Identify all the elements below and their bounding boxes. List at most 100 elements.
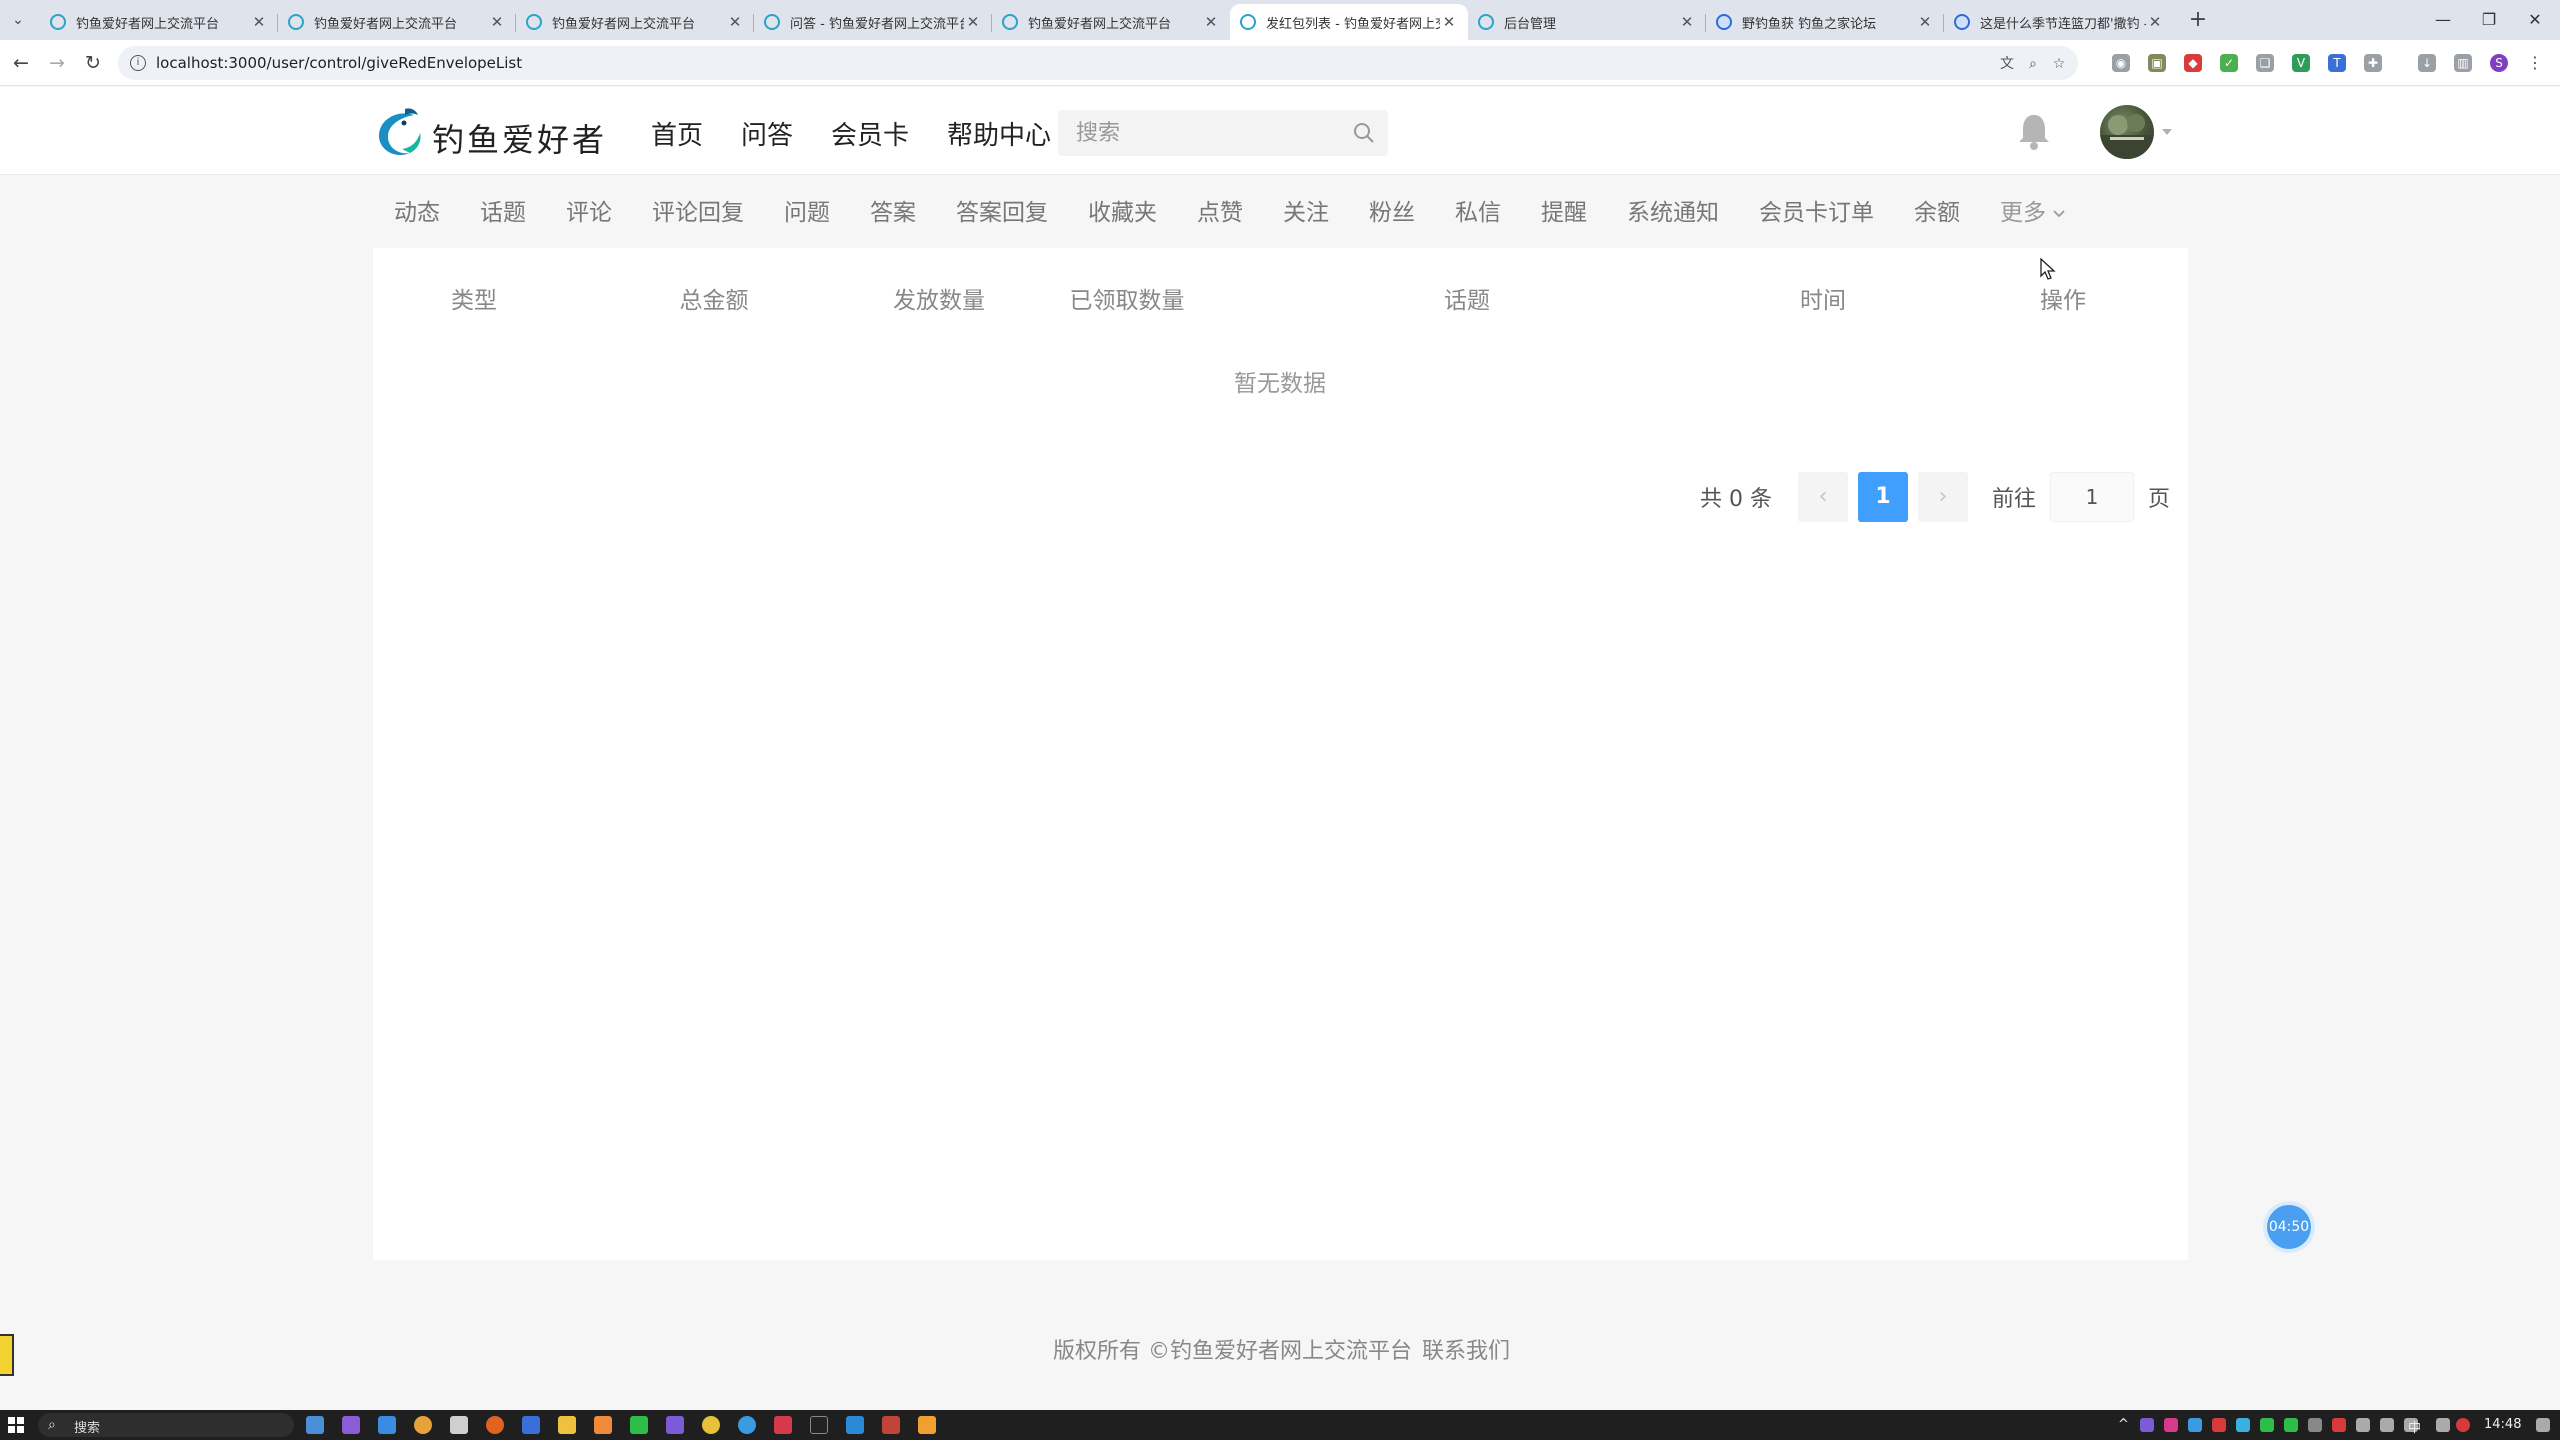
subnav-item-membership-orders[interactable]: 会员卡订单 xyxy=(1739,196,1894,230)
subnav-item-balance[interactable]: 余额 xyxy=(1894,196,1980,230)
subnav-item-following[interactable]: 关注 xyxy=(1263,196,1349,230)
tray-wechat-icon[interactable] xyxy=(2260,1418,2274,1432)
browser-menu-icon[interactable]: ⋮ xyxy=(2526,54,2544,72)
subnav-item-likes[interactable]: 点赞 xyxy=(1177,196,1263,230)
taskbar-app-icon[interactable] xyxy=(846,1416,864,1434)
green-extension-icon[interactable]: ✓ xyxy=(2220,54,2238,72)
subnav-item-topics[interactable]: 话题 xyxy=(460,196,546,230)
nav-qa[interactable]: 问答 xyxy=(741,115,793,152)
subnav-item-reminders[interactable]: 提醒 xyxy=(1521,196,1607,230)
taskbar-app-icon[interactable] xyxy=(774,1416,792,1434)
close-icon[interactable]: ✕ xyxy=(1202,13,1220,31)
tray-app-icon[interactable] xyxy=(2332,1418,2346,1432)
search-icon[interactable] xyxy=(1352,121,1376,145)
taskbar-app-icon[interactable] xyxy=(378,1416,396,1434)
taskbar-app-icon[interactable] xyxy=(738,1416,756,1434)
taskbar-app-icon[interactable] xyxy=(882,1416,900,1434)
ime-indicator[interactable]: 中 xyxy=(2408,1417,2421,1436)
browser-tab-active[interactable]: 发红包列表 - 钓鱼爱好者网上交 ✕ xyxy=(1230,4,1468,40)
tab-search-icon[interactable]: ⌄ xyxy=(8,10,28,30)
tray-app-icon[interactable] xyxy=(2188,1418,2202,1432)
close-icon[interactable]: ✕ xyxy=(1678,13,1696,31)
subnav-item-answers[interactable]: 答案 xyxy=(850,196,936,230)
subnav-item-comments[interactable]: 评论 xyxy=(546,196,632,230)
tray-app-icon[interactable] xyxy=(2308,1418,2322,1432)
user-avatar[interactable] xyxy=(2100,105,2154,159)
taskbar-app-icon[interactable] xyxy=(594,1416,612,1434)
chrome-taskbar-icon[interactable] xyxy=(414,1416,432,1434)
download-icon[interactable]: ↓ xyxy=(2418,54,2436,72)
network-icon[interactable] xyxy=(2380,1418,2394,1432)
close-icon[interactable]: ✕ xyxy=(250,13,268,31)
subnav-item-comment-replies[interactable]: 评论回复 xyxy=(632,196,764,230)
tray-app-icon[interactable] xyxy=(2436,1418,2450,1432)
taskbar-app-icon[interactable] xyxy=(342,1416,360,1434)
chevron-down-icon[interactable] xyxy=(2160,125,2174,139)
notification-center-icon[interactable] xyxy=(2536,1418,2550,1432)
taskbar-app-icon[interactable] xyxy=(918,1416,936,1434)
prev-page-button[interactable]: ‹ xyxy=(1797,472,1848,522)
restore-icon[interactable]: ❐ xyxy=(2466,0,2512,40)
tray-app-icon[interactable] xyxy=(2140,1418,2154,1432)
tray-app-icon[interactable] xyxy=(2356,1418,2370,1432)
close-icon[interactable]: ✕ xyxy=(488,13,506,31)
close-icon[interactable]: ✕ xyxy=(964,13,982,31)
goto-page-input[interactable] xyxy=(2049,472,2134,522)
reload-icon[interactable]: ↻ xyxy=(80,50,106,76)
tray-app-icon[interactable] xyxy=(2212,1418,2226,1432)
file-explorer-taskbar-icon[interactable] xyxy=(558,1416,576,1434)
side-panel-icon[interactable]: ▥ xyxy=(2454,54,2472,72)
minimize-icon[interactable]: — xyxy=(2420,0,2466,40)
image-extension-icon[interactable]: ▣ xyxy=(2148,54,2166,72)
tray-app-icon[interactable] xyxy=(2236,1418,2250,1432)
subnav-item-questions[interactable]: 问题 xyxy=(764,196,850,230)
sticky-note-widget-icon[interactable] xyxy=(0,1334,14,1376)
translate-icon[interactable]: 文 xyxy=(1998,55,2016,73)
browser-tab[interactable]: 问答 - 钓鱼爱好者网上交流平台 ✕ xyxy=(754,4,992,40)
tray-app-icon[interactable] xyxy=(2284,1418,2298,1432)
browser-tab[interactable]: 钓鱼爱好者网上交流平台 ✕ xyxy=(516,4,754,40)
subnav-more-dropdown[interactable]: 更多 xyxy=(1980,196,2086,230)
taskbar-app-icon[interactable] xyxy=(522,1416,540,1434)
close-icon[interactable]: ✕ xyxy=(1440,13,1458,31)
bookmark-star-icon[interactable]: ☆ xyxy=(2050,55,2068,73)
screenshot-extension-icon[interactable]: ◉ xyxy=(2112,54,2130,72)
browser-tab[interactable]: 钓鱼爱好者网上交流平台 ✕ xyxy=(40,4,278,40)
close-icon[interactable]: ✕ xyxy=(2146,13,2164,31)
taskbar-app-icon[interactable] xyxy=(666,1416,684,1434)
taskbar-clock[interactable]: 14:48 xyxy=(2484,1417,2521,1432)
site-info-icon[interactable]: i xyxy=(130,55,146,71)
taskbar-app-icon[interactable] xyxy=(450,1416,468,1434)
extensions-puzzle-icon[interactable]: ✚ xyxy=(2364,54,2382,72)
zoom-icon[interactable]: ⌕ xyxy=(2024,55,2042,73)
new-tab-icon[interactable]: + xyxy=(2184,6,2212,34)
next-page-button[interactable]: › xyxy=(1917,472,1968,522)
browser-tab[interactable]: 后台管理 ✕ xyxy=(1468,4,1706,40)
browser-tab[interactable]: 钓鱼爱好者网上交流平台 ✕ xyxy=(278,4,516,40)
site-logo[interactable]: 钓鱼爱好者 xyxy=(374,105,604,161)
tray-app-icon[interactable] xyxy=(2164,1418,2178,1432)
browser-tab[interactable]: 野钓鱼获 钓鱼之家论坛 ✕ xyxy=(1706,4,1944,40)
shield-extension-icon[interactable]: ◆ xyxy=(2184,54,2202,72)
window-close-icon[interactable]: ✕ xyxy=(2512,0,2558,40)
search-input[interactable] xyxy=(1076,119,1336,147)
floating-timer-badge[interactable]: 04:50 xyxy=(2267,1205,2311,1249)
copy-extension-icon[interactable]: ❏ xyxy=(2256,54,2274,72)
contact-us-link[interactable]: 联系我们 xyxy=(1422,1333,1510,1365)
browser-tab[interactable]: 钓鱼爱好者网上交流平台 ✕ xyxy=(992,4,1230,40)
omnibox[interactable]: i localhost:3000/user/control/giveRedEnv… xyxy=(118,46,2078,80)
nav-membership-card[interactable]: 会员卡 xyxy=(831,115,909,152)
back-icon[interactable]: ← xyxy=(8,50,34,76)
close-icon[interactable]: ✕ xyxy=(726,13,744,31)
tray-overflow-icon[interactable]: ^ xyxy=(2118,1417,2129,1432)
subnav-item-answer-replies[interactable]: 答案回复 xyxy=(936,196,1068,230)
nav-help-center[interactable]: 帮助中心 xyxy=(947,115,1051,152)
firefox-taskbar-icon[interactable] xyxy=(486,1416,504,1434)
nav-home[interactable]: 首页 xyxy=(651,115,703,152)
windows-start-icon[interactable] xyxy=(8,1417,24,1433)
notification-bell-icon[interactable] xyxy=(2016,111,2052,151)
profile-avatar-icon[interactable]: S xyxy=(2490,54,2508,72)
forward-icon[interactable]: → xyxy=(44,50,70,76)
close-icon[interactable]: ✕ xyxy=(1916,13,1934,31)
taskbar-search[interactable]: ⌕ 搜索 xyxy=(38,1413,294,1437)
